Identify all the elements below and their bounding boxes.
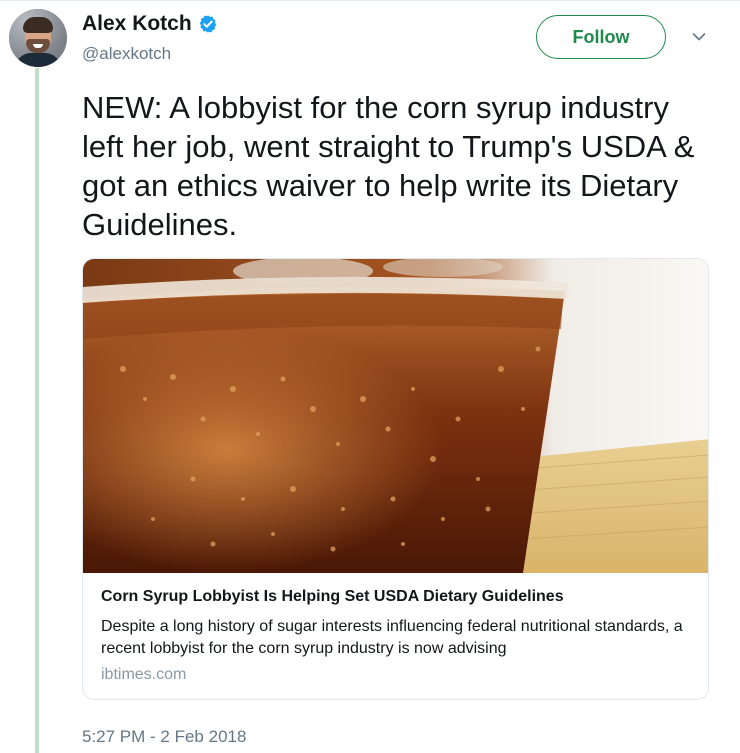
avatar[interactable] — [9, 9, 67, 67]
tweet-text: NEW: A lobbyist for the corn syrup indus… — [82, 90, 695, 242]
author-handle[interactable]: @alexkotch — [82, 44, 171, 64]
author-name-row[interactable]: Alex Kotch — [82, 12, 218, 36]
tweet-timestamp[interactable]: 5:27 PM - 2 Feb 2018 — [82, 727, 246, 747]
card-description: Despite a long history of sugar interest… — [101, 618, 683, 657]
author-display-name[interactable]: Alex Kotch — [82, 12, 192, 36]
top-divider — [0, 0, 740, 1]
follow-button[interactable]: Follow — [536, 15, 666, 59]
chevron-down-icon[interactable] — [692, 32, 706, 42]
verified-badge-icon — [199, 15, 217, 33]
link-card[interactable]: Corn Syrup Lobbyist Is Helping Set USDA … — [82, 258, 709, 700]
card-image[interactable] — [83, 259, 709, 573]
thread-line — [35, 68, 39, 753]
card-domain: ibtimes.com — [101, 666, 187, 683]
card-title[interactable]: Corn Syrup Lobbyist Is Helping Set USDA … — [101, 588, 564, 606]
